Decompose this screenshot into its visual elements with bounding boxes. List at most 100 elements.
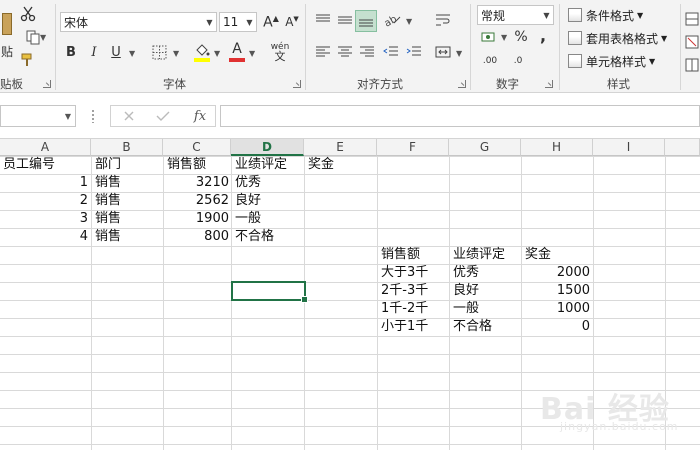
cell-A3[interactable]: 2 — [0, 192, 91, 210]
chevron-down-icon[interactable]: ▼ — [65, 112, 71, 121]
chevron-down-icon[interactable]: ▼ — [406, 17, 412, 26]
active-cell-selection[interactable] — [231, 281, 308, 303]
cell-B3[interactable]: 销售 — [92, 192, 162, 210]
cell-D2[interactable]: 优秀 — [232, 174, 304, 192]
font-color-button[interactable]: A — [229, 40, 245, 58]
percent-style-button[interactable]: % — [512, 28, 530, 46]
column-header-I[interactable]: I — [593, 139, 665, 156]
cell-G8[interactable]: 良好 — [450, 282, 520, 300]
cell-H9[interactable]: 1000 — [522, 300, 593, 318]
chevron-down-icon[interactable]: ▼ — [129, 49, 135, 58]
chevron-down-icon[interactable]: ▼ — [214, 49, 220, 58]
chevron-down-icon[interactable]: ▼ — [203, 13, 216, 31]
alignment-launcher-icon[interactable] — [458, 80, 466, 88]
chevron-down-icon[interactable]: ▼ — [540, 6, 553, 24]
insert-function-button[interactable]: fx — [189, 107, 211, 125]
delete-cells-button[interactable] — [684, 33, 700, 51]
cell-C5[interactable]: 800 — [164, 228, 232, 246]
cell-A1[interactable]: 员工编号 — [0, 156, 90, 174]
chevron-down-icon[interactable]: ▼ — [173, 49, 179, 58]
conditional-formatting-button[interactable]: 条件格式 ▼ — [568, 5, 643, 25]
bold-button[interactable]: B — [63, 42, 79, 62]
orientation-button[interactable]: ab — [381, 10, 403, 30]
increase-font-size-button[interactable]: A▲ — [262, 12, 280, 32]
enter-button[interactable] — [153, 108, 173, 124]
cell-F9[interactable]: 1千-2千 — [378, 300, 448, 318]
column-header-G[interactable]: G — [449, 139, 521, 156]
align-bottom-button[interactable] — [355, 10, 377, 32]
cell-B4[interactable]: 销售 — [92, 210, 162, 228]
chevron-down-icon[interactable]: ▼ — [243, 13, 256, 31]
cell-B2[interactable]: 销售 — [92, 174, 162, 192]
format-painter-button[interactable] — [18, 50, 38, 70]
cell-F7[interactable]: 大于3千 — [378, 264, 448, 282]
cell-H7[interactable]: 2000 — [522, 264, 593, 282]
cell-B5[interactable]: 销售 — [92, 228, 162, 246]
chevron-down-icon[interactable]: ▼ — [456, 49, 462, 58]
column-header-A[interactable]: A — [0, 139, 91, 156]
merge-center-button[interactable] — [433, 42, 453, 62]
align-middle-button[interactable] — [335, 10, 355, 30]
borders-button[interactable] — [149, 42, 169, 62]
cut-button[interactable] — [18, 4, 38, 24]
font-name-combo[interactable]: 宋体 ▼ — [60, 12, 217, 32]
cell-H8[interactable]: 1500 — [522, 282, 593, 300]
align-right-button[interactable] — [357, 42, 377, 62]
clipboard-launcher-icon[interactable] — [43, 80, 51, 88]
name-box[interactable]: ▼ — [0, 105, 76, 127]
copy-button[interactable]: ▼ — [18, 27, 48, 47]
font-size-combo[interactable]: 11 ▼ — [219, 12, 257, 32]
cancel-button[interactable] — [119, 108, 139, 124]
cell-G9[interactable]: 一般 — [450, 300, 520, 318]
cell-A4[interactable]: 3 — [0, 210, 91, 228]
decrease-decimal-button[interactable]: .0 — [507, 52, 529, 70]
cell-A2[interactable]: 1 — [0, 174, 91, 192]
insert-cells-button[interactable] — [684, 10, 700, 28]
cell-H10[interactable]: 0 — [522, 318, 593, 336]
cell-F6[interactable]: 销售额 — [378, 246, 448, 264]
column-header-B[interactable]: B — [91, 139, 163, 156]
font-launcher-icon[interactable] — [293, 80, 301, 88]
cell-D3[interactable]: 良好 — [232, 192, 304, 210]
underline-button[interactable]: U — [108, 42, 124, 62]
chevron-down-icon[interactable]: ▼ — [501, 33, 507, 42]
cell-G10[interactable]: 不合格 — [450, 318, 520, 336]
format-as-table-button[interactable]: 套用表格格式 ▼ — [568, 28, 667, 48]
increase-decimal-button[interactable]: .00 — [479, 52, 501, 70]
align-center-button[interactable] — [335, 42, 355, 62]
wrap-text-button[interactable] — [433, 10, 453, 30]
column-header-D[interactable]: D — [231, 139, 304, 156]
cell-C1[interactable]: 销售额 — [164, 156, 231, 174]
decrease-font-size-button[interactable]: A▼ — [283, 12, 301, 32]
cell-D4[interactable]: 一般 — [232, 210, 304, 228]
chevron-down-icon[interactable]: ▼ — [249, 49, 255, 58]
cell-H6[interactable]: 奖金 — [522, 246, 592, 264]
cell-C4[interactable]: 1900 — [164, 210, 232, 228]
column-header-E[interactable]: E — [304, 139, 377, 156]
cell-E1[interactable]: 奖金 — [305, 156, 377, 174]
cell-D1[interactable]: 业绩评定 — [232, 156, 304, 174]
formula-bar-grip-icon[interactable] — [92, 109, 94, 123]
number-format-combo[interactable]: 常规 ▼ — [477, 5, 554, 25]
align-top-button[interactable] — [313, 10, 333, 30]
cell-F8[interactable]: 2千-3千 — [378, 282, 448, 300]
paste-button[interactable]: 贴 — [0, 6, 14, 66]
cell-styles-button[interactable]: 单元格样式 ▼ — [568, 51, 655, 71]
cell-D5[interactable]: 不合格 — [232, 228, 304, 246]
column-header-F[interactable]: F — [377, 139, 449, 156]
column-header-H[interactable]: H — [521, 139, 593, 156]
phonetic-guide-button[interactable]: wén 文 — [268, 40, 292, 64]
formula-input[interactable] — [220, 105, 700, 127]
cell-F10[interactable]: 小于1千 — [378, 318, 448, 336]
number-launcher-icon[interactable] — [545, 80, 553, 88]
accounting-format-button[interactable] — [479, 28, 499, 46]
cell-C2[interactable]: 3210 — [164, 174, 232, 192]
cell-G7[interactable]: 优秀 — [450, 264, 520, 282]
comma-style-button[interactable]: , — [537, 26, 549, 45]
cell-A5[interactable]: 4 — [0, 228, 91, 246]
cell-C3[interactable]: 2562 — [164, 192, 232, 210]
italic-button[interactable]: I — [86, 42, 102, 62]
decrease-indent-button[interactable] — [381, 42, 401, 62]
column-header-partial[interactable] — [665, 139, 700, 156]
cell-G6[interactable]: 业绩评定 — [450, 246, 520, 264]
